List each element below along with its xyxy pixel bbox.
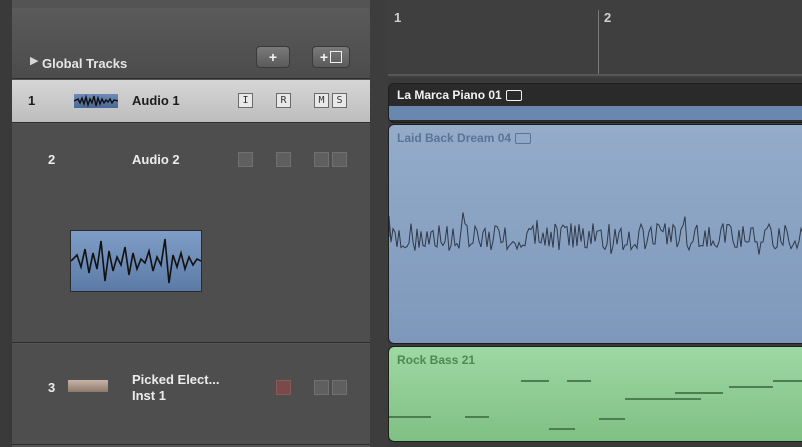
region-name: La Marca Piano 01 [397,88,522,102]
track-name[interactable]: Audio 1 [132,93,180,109]
instrument-keyboard-icon [68,380,108,392]
bar-number: 1 [394,10,402,25]
ruler-divider [388,74,802,76]
region-waveform [389,212,802,255]
solo-button[interactable]: S [332,152,347,167]
track-name[interactable]: Picked Elect... [132,372,219,388]
audio-waveform-icon [70,230,202,292]
track-header-1[interactable]: 1 Audio 1 I R M S [12,80,370,123]
global-tracks-label: Global Tracks [42,56,128,71]
input-monitor-button[interactable]: I [238,152,253,167]
region-laid-back-dream[interactable]: Laid Back Dream 04 [388,124,802,344]
solo-button[interactable]: S [332,93,347,108]
timeline-ruler[interactable]: 1 2 [388,0,802,78]
loop-icon [505,90,522,102]
track-stack-icon [330,51,343,63]
record-enable-button[interactable]: R [276,93,291,108]
audio-waveform-icon [73,94,119,108]
track-header-3[interactable]: 3 Picked Elect... Inst 1 R M S [12,344,370,445]
record-enable-button[interactable]: R [276,380,291,395]
track-number: 2 [48,152,56,167]
region-waveform-strip [389,106,802,120]
track-name-line-2: Inst 1 [132,388,166,403]
track-header-2[interactable]: 2 Audio 2 I R M S [12,124,370,343]
mute-button[interactable]: M [314,380,329,395]
triangle-right-icon[interactable]: ▶ [30,54,38,67]
input-monitor-button[interactable]: I [238,93,253,108]
mute-button[interactable]: M [314,152,329,167]
region-rock-bass[interactable]: Rock Bass 21 [388,346,802,442]
global-tracks-row[interactable]: ▶ Global Tracks + + [12,8,370,79]
track-number: 3 [48,380,56,395]
bar-line [598,10,599,74]
daw-window: ▶ Global Tracks + + 1 Audio 1 I R M S 2 … [0,0,802,447]
add-global-track-button[interactable]: + [312,46,350,68]
region-la-marca-piano[interactable]: La Marca Piano 01 [388,83,802,123]
record-enable-button[interactable]: R [276,152,291,167]
track-name[interactable]: Audio 2 [132,152,180,168]
solo-button[interactable]: S [332,380,347,395]
header-timeline-divider[interactable] [370,0,388,447]
region-midi-notes [389,380,802,430]
mute-button[interactable]: M [314,93,329,108]
bar-number: 2 [604,10,612,25]
track-number: 1 [28,93,36,108]
add-track-button[interactable]: + [256,46,290,68]
